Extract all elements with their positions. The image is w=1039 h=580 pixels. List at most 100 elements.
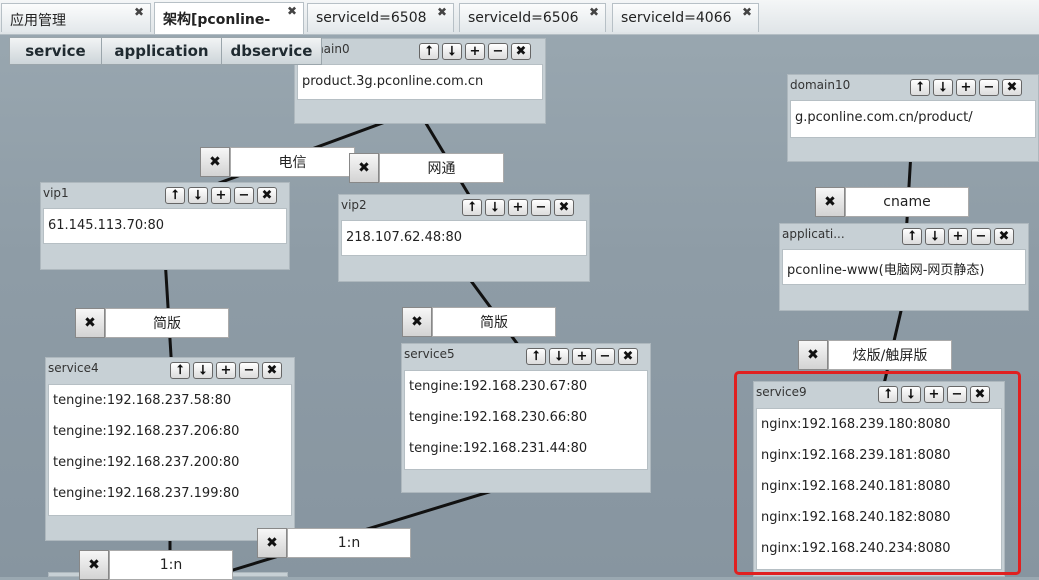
close-icon[interactable]: ✖ [262,362,282,379]
remove-link-icon[interactable]: ✖ [75,308,105,338]
tab-service-6508[interactable]: serviceId=6508 ✖ [307,3,454,32]
remove-link-icon[interactable]: ✖ [815,187,845,217]
close-icon[interactable]: ✖ [742,6,752,18]
link-label[interactable]: 网通 [379,153,504,183]
node-row: tengine:192.168.237.200:80 [53,455,240,470]
move-down-icon[interactable]: ⭣ [549,348,569,365]
node-row: tengine:192.168.237.206:80 [53,424,240,439]
node-row: 61.145.113.70:80 [48,218,165,233]
remove-link-icon[interactable]: ✖ [257,528,287,558]
node-row: tengine:192.168.237.199:80 [53,486,240,501]
add-icon[interactable]: + [508,199,528,216]
node-row: tengine:192.168.237.58:80 [53,393,232,408]
node-title: vip1 [43,186,69,200]
remove-link-icon[interactable]: ✖ [349,153,379,183]
close-icon[interactable]: ✖ [287,5,297,17]
link-label[interactable]: cname [845,187,969,217]
node-title: domain10 [790,78,851,92]
close-icon[interactable]: ✖ [589,6,599,18]
add-icon[interactable]: + [216,362,236,379]
node-row: tengine:192.168.230.66:80 [409,410,588,425]
tab-service-6506[interactable]: serviceId=6506 ✖ [459,3,606,32]
move-up-icon[interactable]: ⭡ [419,43,439,60]
node-row: g.pconline.com.cn/product/ [795,110,973,125]
node-domain0[interactable]: domain0 ⭡ ⭣ + − ✖ product.3g.pconline.co… [294,38,546,124]
link-label[interactable]: 简版 [105,308,229,338]
close-icon[interactable]: ✖ [257,187,277,204]
node-row: tengine:192.168.230.67:80 [409,379,588,394]
minus-icon[interactable]: − [239,362,259,379]
node-body: tengine:192.168.237.58:80 tengine:192.16… [48,384,292,516]
move-up-icon[interactable]: ⭡ [910,79,930,96]
node-row: pconline-www(电脑网-网页静态) [787,263,985,278]
link-label[interactable]: 炫版/触屏版 [828,340,952,370]
move-down-icon[interactable]: ⭣ [933,79,953,96]
move-up-icon[interactable]: ⭡ [462,199,482,216]
node-body: tengine:192.168.230.67:80 tengine:192.16… [404,370,648,470]
move-up-icon[interactable]: ⭡ [170,362,190,379]
tab-architecture[interactable]: 架构[pconline- ✖ [154,2,304,34]
add-icon[interactable]: + [211,187,231,204]
node-row: tengine:192.168.231.44:80 [409,441,588,456]
minus-icon[interactable]: − [531,199,551,216]
move-down-icon[interactable]: ⭣ [193,362,213,379]
node-domain10[interactable]: domain10 ⭡ ⭣ + − ✖ g.pconline.com.cn/pro… [787,74,1039,162]
add-icon[interactable]: + [572,348,592,365]
node-body: 61.145.113.70:80 [43,208,287,244]
minus-icon[interactable]: − [595,348,615,365]
service-button[interactable]: service [9,37,102,65]
node-body: 218.107.62.48:80 [341,220,587,256]
add-icon[interactable]: + [956,79,976,96]
node-controls: ⭡ ⭣ + − ✖ [526,348,638,365]
node-controls: ⭡ ⭣ + − ✖ [902,228,1014,245]
remove-link-icon[interactable]: ✖ [200,147,230,177]
tab-label: 架构[pconline- [163,12,271,28]
add-icon[interactable]: + [948,228,968,245]
link-label[interactable]: 1:n [287,528,411,558]
move-up-icon[interactable]: ⭡ [165,187,185,204]
close-icon[interactable]: ✖ [554,199,574,216]
node-title: service4 [48,361,99,375]
remove-link-icon[interactable]: ✖ [79,550,109,580]
close-icon[interactable]: ✖ [134,6,144,18]
node-service4[interactable]: service4 ⭡ ⭣ + − ✖ tengine:192.168.237.5… [45,357,295,541]
link-label[interactable]: 简版 [432,307,556,337]
node-controls: ⭡ ⭣ + − ✖ [419,43,531,60]
remove-link-icon[interactable]: ✖ [402,307,432,337]
tab-label: serviceId=4066 [621,10,732,26]
node-controls: ⭡ ⭣ + − ✖ [462,199,574,216]
minus-icon[interactable]: − [971,228,991,245]
move-down-icon[interactable]: ⭣ [925,228,945,245]
add-icon[interactable]: + [465,43,485,60]
dbservice-button[interactable]: dbservice [221,37,322,65]
move-up-icon[interactable]: ⭡ [526,348,546,365]
close-icon[interactable]: ✖ [1002,79,1022,96]
node-service5[interactable]: service5 ⭡ ⭣ + − ✖ tengine:192.168.230.6… [401,343,651,493]
minus-icon[interactable]: − [488,43,508,60]
node-controls: ⭡ ⭣ + − ✖ [165,187,277,204]
move-up-icon[interactable]: ⭡ [902,228,922,245]
remove-link-icon[interactable]: ✖ [798,340,828,370]
tab-service-4066[interactable]: serviceId=4066 ✖ [612,3,759,32]
node-vip1[interactable]: vip1 ⭡ ⭣ + − ✖ 61.145.113.70:80 [40,182,290,270]
node-vip2[interactable]: vip2 ⭡ ⭣ + − ✖ 218.107.62.48:80 [338,194,590,282]
minus-icon[interactable]: − [979,79,999,96]
close-icon[interactable]: ✖ [994,228,1014,245]
node-body: product.3g.pconline.com.cn [297,64,543,100]
tab-label: serviceId=6506 [468,10,579,26]
tab-app-management[interactable]: 应用管理 ✖ [1,3,151,32]
close-icon[interactable]: ✖ [437,6,447,18]
link-label[interactable]: 电信 [230,147,355,177]
node-application[interactable]: applicati... ⭡ ⭣ + − ✖ pconline-www(电脑网-… [779,223,1029,311]
move-down-icon[interactable]: ⭣ [485,199,505,216]
move-down-icon[interactable]: ⭣ [442,43,462,60]
tab-label: serviceId=6508 [316,10,427,26]
link-label[interactable]: 1:n [109,550,233,580]
node-title: vip2 [341,198,367,212]
minus-icon[interactable]: − [234,187,254,204]
application-button[interactable]: application [101,37,222,65]
node-body: g.pconline.com.cn/product/ [790,100,1036,138]
close-icon[interactable]: ✖ [618,348,638,365]
close-icon[interactable]: ✖ [511,43,531,60]
move-down-icon[interactable]: ⭣ [188,187,208,204]
